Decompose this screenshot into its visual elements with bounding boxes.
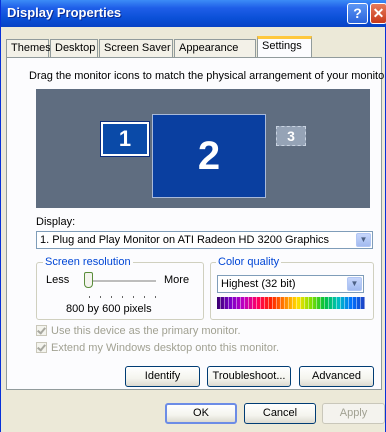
- extend-desktop-checkbox[interactable]: Extend my Windows desktop onto this moni…: [36, 342, 279, 354]
- title-bar[interactable]: Display Properties ? ✕: [1, 0, 386, 27]
- extend-desktop-label: Extend my Windows desktop onto this moni…: [51, 342, 280, 354]
- help-button[interactable]: ?: [347, 3, 368, 24]
- checkbox-icon: [36, 342, 47, 353]
- close-button[interactable]: ✕: [370, 3, 386, 24]
- troubleshoot-button[interactable]: Troubleshoot...: [207, 366, 291, 387]
- ok-button[interactable]: OK: [165, 403, 237, 424]
- primary-monitor-checkbox[interactable]: Use this device as the primary monitor.: [36, 325, 241, 337]
- slider-tick: [100, 296, 101, 298]
- slider-tick: [122, 296, 123, 298]
- display-properties-window: Display Properties ? ✕ Themes Desktop Sc…: [0, 0, 386, 432]
- display-label: Display:: [36, 216, 76, 228]
- color-quality-value: Highest (32 bit): [221, 278, 296, 290]
- monitor-1-icon[interactable]: 1: [100, 121, 150, 157]
- tab-settings[interactable]: Settings: [257, 36, 312, 58]
- identify-button[interactable]: Identify: [125, 366, 200, 387]
- slider-tick: [111, 296, 112, 298]
- apply-button[interactable]: Apply: [322, 403, 385, 424]
- arrangement-instruction: Drag the monitor icons to match the phys…: [29, 70, 386, 82]
- monitor-3-label: 3: [287, 128, 295, 144]
- slider-tick: [144, 296, 145, 298]
- monitor-2-icon[interactable]: 2: [152, 114, 266, 198]
- monitor-1-label: 1: [118, 126, 132, 151]
- slider-tick: [89, 296, 90, 298]
- tab-screen-saver[interactable]: Screen Saver: [99, 39, 173, 57]
- screen-resolution-title: Screen resolution: [43, 256, 133, 268]
- resolution-slider-track[interactable]: [87, 280, 156, 283]
- display-dropdown[interactable]: 1. Plug and Play Monitor on ATI Radeon H…: [36, 231, 373, 249]
- slider-tick: [133, 296, 134, 298]
- color-quality-dropdown[interactable]: Highest (32 bit) ▼: [217, 275, 364, 293]
- resolution-less-label: Less: [46, 274, 70, 286]
- chevron-down-icon[interactable]: ▼: [356, 233, 371, 247]
- color-quality-title: Color quality: [216, 256, 282, 268]
- resolution-value: 800 by 600 pixels: [66, 303, 152, 315]
- cancel-button[interactable]: Cancel: [244, 403, 316, 424]
- tab-desktop[interactable]: Desktop: [50, 39, 98, 57]
- display-dropdown-value: 1. Plug and Play Monitor on ATI Radeon H…: [40, 234, 330, 246]
- checkbox-icon: [36, 325, 47, 336]
- resolution-more-label: More: [164, 274, 190, 286]
- window-title: Display Properties: [7, 5, 122, 20]
- monitor-2-label: 2: [197, 134, 221, 178]
- tab-appearance[interactable]: Appearance: [174, 39, 256, 57]
- color-spectrum-bar: [217, 297, 365, 309]
- advanced-button[interactable]: Advanced: [299, 366, 374, 387]
- monitor-3-icon[interactable]: 3: [276, 126, 306, 146]
- tab-themes[interactable]: Themes: [6, 39, 51, 57]
- resolution-slider-thumb[interactable]: [84, 272, 93, 288]
- chevron-down-icon[interactable]: ▼: [347, 277, 362, 291]
- slider-tick: [155, 296, 156, 298]
- primary-monitor-label: Use this device as the primary monitor.: [51, 325, 241, 337]
